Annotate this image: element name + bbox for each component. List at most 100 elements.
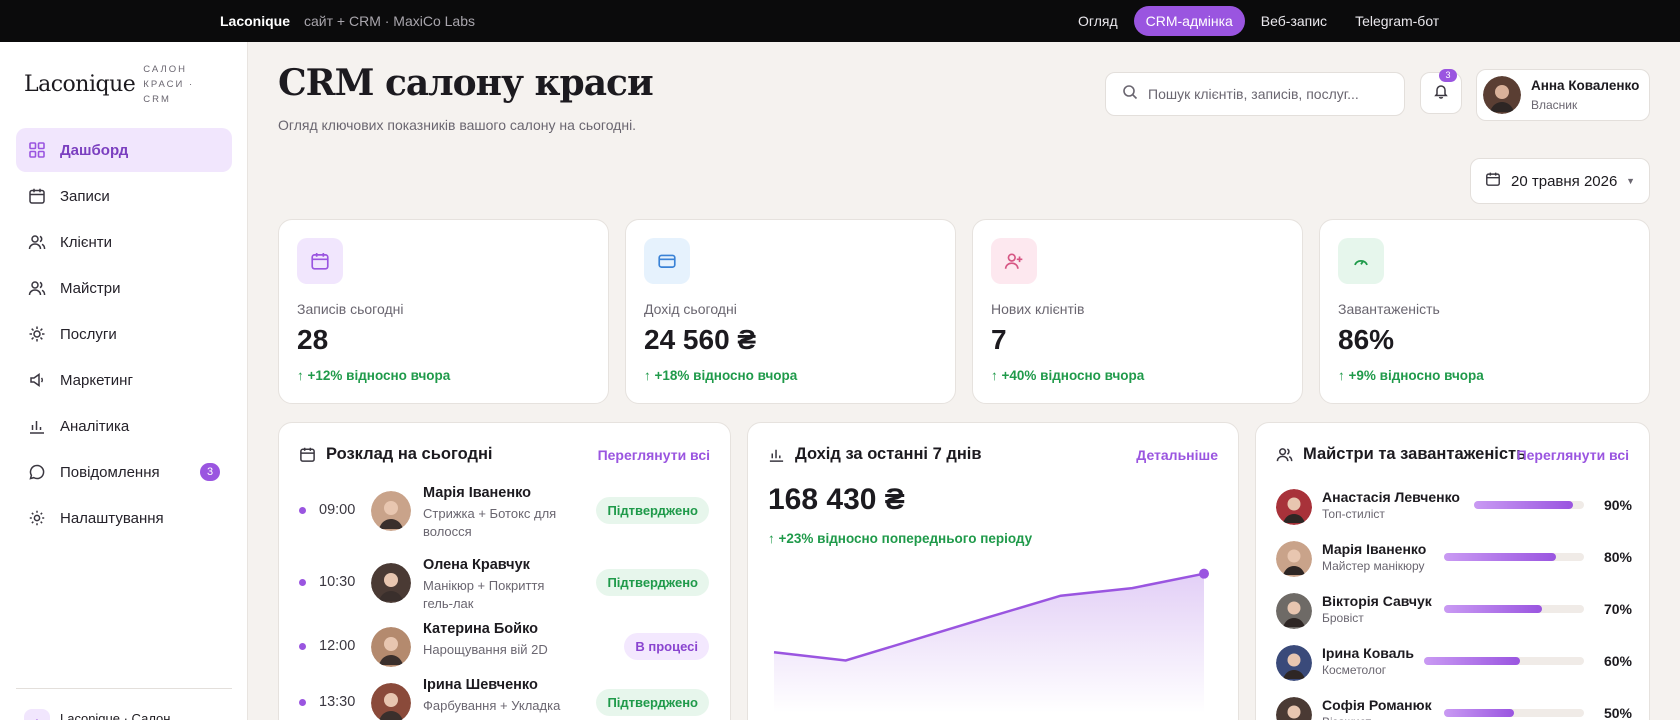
schedule-row[interactable]: 10:30 Олена Кравчук Манікюр + Покриття гел… bbox=[299, 555, 709, 611]
brand-name[interactable]: Laconique bbox=[220, 13, 290, 29]
schedule-row[interactable]: 13:30 Ірина Шевченко Фарбування + Укладка П… bbox=[299, 675, 709, 720]
view-all-masters-link[interactable]: Переглянути всі bbox=[1517, 447, 1629, 463]
top-nav-crm[interactable]: CRM-адмінка bbox=[1133, 6, 1245, 36]
panel-title: Майстри та завантаженість bbox=[1303, 445, 1527, 463]
master-name: Софія Романюк bbox=[1322, 697, 1432, 713]
service-name: Стрижка + Ботокс для волосся bbox=[423, 506, 557, 539]
sidebar-item-label: Налаштування bbox=[60, 509, 164, 527]
service-name: Фарбування + Укладка bbox=[423, 698, 561, 713]
arrow-up-icon: ↑ bbox=[1338, 368, 1345, 383]
arrow-up-icon: ↑ bbox=[768, 531, 775, 546]
search-input[interactable] bbox=[1148, 86, 1388, 102]
chat-icon bbox=[28, 463, 46, 481]
panel-header: Розклад на сьогодні bbox=[299, 445, 493, 464]
sparkle-icon bbox=[28, 325, 46, 343]
revenue-details-link[interactable]: Детальніше bbox=[1136, 447, 1218, 463]
sidebar-item-clients[interactable]: Клієнти bbox=[16, 220, 232, 264]
date-picker[interactable]: 20 травня 2026 ▼ bbox=[1470, 158, 1650, 204]
search-box[interactable] bbox=[1105, 72, 1405, 116]
calendar-icon bbox=[297, 238, 343, 284]
sidebar: Laconique САЛОН КРАСИ · CRM Дашборд Запи… bbox=[0, 42, 248, 720]
messages-badge: 3 bbox=[200, 463, 220, 481]
appointment-time: 10:30 bbox=[319, 574, 356, 590]
notifications-button[interactable]: 3 bbox=[1420, 69, 1462, 114]
load-percent: 80% bbox=[1603, 549, 1632, 565]
arrow-up-icon: ↑ bbox=[991, 368, 998, 383]
revenue-panel: Дохід за останні 7 днів Детальніше 168 4… bbox=[747, 422, 1239, 720]
avatar bbox=[1276, 489, 1312, 525]
notifications-badge: 3 bbox=[1439, 69, 1457, 82]
sidebar-footer[interactable]: + Laconique · Салон bbox=[16, 688, 232, 720]
kpi-card-occupancy[interactable]: Завантаженість 86% ↑ +9% відносно вчора bbox=[1319, 219, 1650, 404]
view-all-schedule-link[interactable]: Переглянути всі bbox=[598, 447, 710, 463]
sidebar-item-analytics[interactable]: Аналітика bbox=[16, 404, 232, 448]
master-name: Вікторія Савчук bbox=[1322, 593, 1432, 609]
top-nav-telegram[interactable]: Telegram-бот bbox=[1343, 6, 1451, 36]
load-percent: 90% bbox=[1603, 497, 1632, 513]
bell-icon bbox=[1433, 83, 1449, 104]
sidebar-item-services[interactable]: Послуги bbox=[16, 312, 232, 356]
kpi-label: Записів сьогодні bbox=[297, 301, 404, 317]
users-icon bbox=[28, 279, 46, 297]
sidebar-item-marketing[interactable]: Маркетинг bbox=[16, 358, 232, 402]
master-name: Ірина Коваль bbox=[1322, 645, 1414, 661]
kpi-delta: ↑ +18% відносно вчора bbox=[644, 368, 797, 383]
master-row[interactable]: Марія Іваненко Майстер манікюру 80% bbox=[1276, 537, 1632, 581]
master-role: Візажист bbox=[1322, 715, 1371, 720]
avatar bbox=[1276, 645, 1312, 681]
master-row[interactable]: Ірина Коваль Косметолог 60% bbox=[1276, 641, 1632, 685]
kpi-delta-text: +9% відносно вчора bbox=[1348, 368, 1484, 383]
appointment-time: 13:30 bbox=[319, 694, 356, 710]
grid-icon bbox=[28, 141, 46, 159]
arrow-up-icon: ↑ bbox=[644, 368, 651, 383]
sidebar-item-label: Послуги bbox=[60, 325, 117, 343]
load-bar bbox=[1444, 605, 1584, 613]
kpi-card-appointments[interactable]: Записів сьогодні 28 ↑ +12% відносно вчор… bbox=[278, 219, 609, 404]
kpi-delta-text: +12% відносно вчора bbox=[307, 368, 451, 383]
sidebar-item-messages[interactable]: Повідомлення 3 bbox=[16, 450, 232, 494]
kpi-card-new-clients[interactable]: Нових клієнтів 7 ↑ +40% відносно вчора bbox=[972, 219, 1303, 404]
master-role: Бровіст bbox=[1322, 611, 1364, 625]
sidebar-item-masters[interactable]: Майстри bbox=[16, 266, 232, 310]
top-nav: Огляд CRM-адмінка Веб-запис Telegram-бот bbox=[1066, 6, 1451, 36]
kpi-delta-text: +40% відносно вчора bbox=[1001, 368, 1145, 383]
sidebar-item-dashboard[interactable]: Дашборд bbox=[16, 128, 232, 172]
load-bar-fill bbox=[1444, 709, 1514, 717]
logo[interactable]: Laconique САЛОН КРАСИ · CRM bbox=[24, 62, 203, 107]
user-name: Анна Коваленко bbox=[1531, 78, 1640, 93]
panel-header: Дохід за останні 7 днів bbox=[768, 445, 982, 464]
top-nav-web-booking[interactable]: Веб-запис bbox=[1249, 6, 1339, 36]
sidebar-item-label: Клієнти bbox=[60, 233, 113, 251]
revenue-point[interactable] bbox=[1199, 568, 1209, 579]
master-row[interactable]: Софія Романюк Візажист 50% bbox=[1276, 693, 1632, 720]
schedule-row[interactable]: 09:00 Марія Іваненко Стрижка + Ботокс для … bbox=[299, 483, 709, 539]
calendar-icon bbox=[299, 446, 316, 463]
kpi-label: Дохід сьогодні bbox=[644, 301, 737, 317]
sidebar-item-label: Майстри bbox=[60, 279, 121, 297]
masters-panel: Майстри та завантаженість Переглянути вс… bbox=[1255, 422, 1650, 720]
load-bar-fill bbox=[1444, 553, 1556, 561]
schedule-row[interactable]: 12:00 Катерина Бойко Нарощування вій 2D В п… bbox=[299, 619, 709, 675]
users-icon bbox=[28, 233, 46, 251]
page-title: CRM салону краси bbox=[278, 62, 654, 104]
bar-chart-icon bbox=[28, 417, 46, 435]
status-dot bbox=[299, 699, 306, 706]
user-menu[interactable]: Анна Коваленко Власник bbox=[1476, 69, 1650, 121]
top-nav-overview[interactable]: Огляд bbox=[1066, 6, 1130, 36]
sidebar-item-settings[interactable]: Налаштування bbox=[16, 496, 232, 540]
status-dot bbox=[299, 643, 306, 650]
master-role: Топ-стиліст bbox=[1322, 507, 1385, 521]
master-row[interactable]: Вікторія Савчук Бровіст 70% bbox=[1276, 589, 1632, 633]
load-bar-fill bbox=[1444, 605, 1542, 613]
user-plus-icon bbox=[991, 238, 1037, 284]
logo-tag: САЛОН КРАСИ · CRM bbox=[143, 64, 195, 105]
kpi-value: 86% bbox=[1338, 324, 1395, 355]
gear-icon bbox=[28, 509, 46, 527]
master-name: Марія Іваненко bbox=[1322, 541, 1427, 557]
sidebar-item-appointments[interactable]: Записи bbox=[16, 174, 232, 218]
kpi-delta: ↑ +12% відносно вчора bbox=[297, 368, 450, 383]
kpi-card-revenue[interactable]: Дохід сьогодні 24 560 ₴ ↑ +18% відносно … bbox=[625, 219, 956, 404]
schedule-panel: Розклад на сьогодні Переглянути всі 09:0… bbox=[278, 422, 731, 720]
status-badge: В процесі bbox=[624, 633, 709, 660]
master-row[interactable]: Анастасія Левченко Топ-стиліст 90% bbox=[1276, 485, 1632, 529]
